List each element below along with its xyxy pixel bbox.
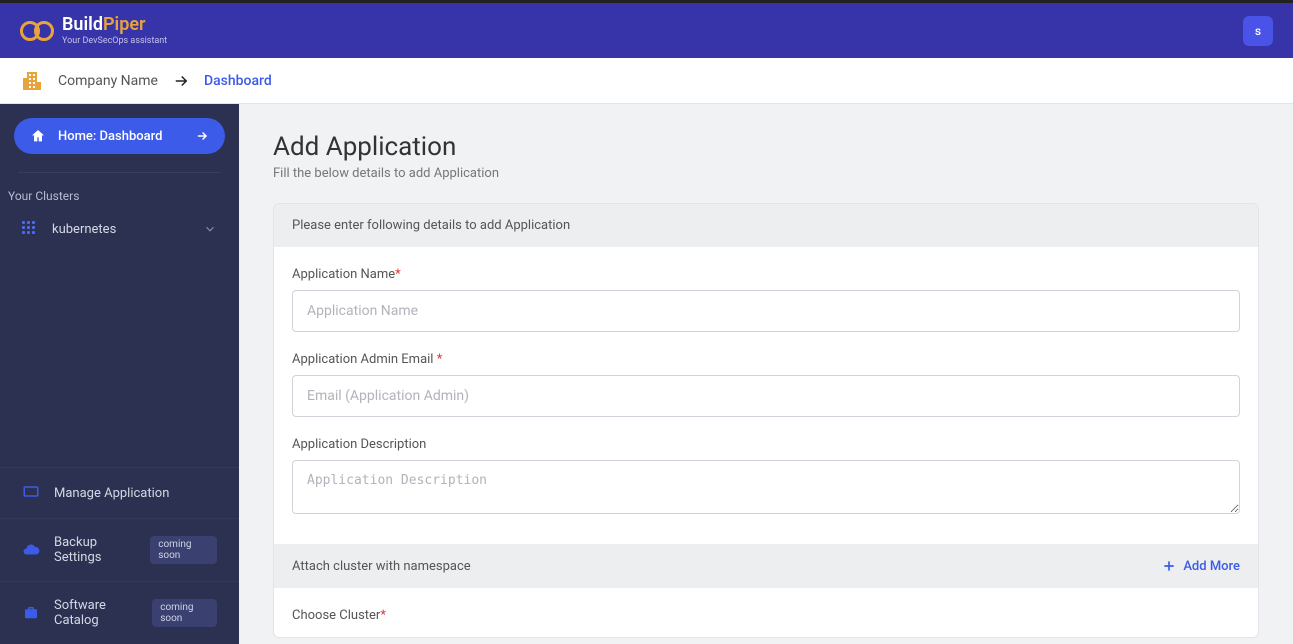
arrow-right-icon xyxy=(195,129,209,143)
breadcrumb: Company Name Dashboard xyxy=(0,58,1293,104)
clusters-section-title: Your Clusters xyxy=(0,183,239,213)
app-header: BuildPiper Your DevSecOps assistant s xyxy=(0,3,1293,58)
sidebar-item-software-catalog[interactable]: Software Catalog coming soon xyxy=(0,581,239,644)
chevron-down-icon xyxy=(203,222,217,236)
cloud-icon xyxy=(22,541,40,559)
home-dashboard-button[interactable]: Home: Dashboard xyxy=(14,118,225,154)
brand-part2: Piper xyxy=(103,14,146,35)
page-subtitle: Fill the below details to add Applicatio… xyxy=(273,166,1259,181)
coming-soon-badge: coming soon xyxy=(150,536,217,564)
home-label: Home: Dashboard xyxy=(58,129,162,144)
brand-part1: Build xyxy=(62,14,103,35)
breadcrumb-company: Company Name xyxy=(58,73,158,89)
logo-icon xyxy=(20,21,54,41)
application-description-input[interactable] xyxy=(292,460,1240,514)
company-icon xyxy=(20,69,44,93)
sidebar-item-kubernetes[interactable]: kubernetes xyxy=(0,213,239,245)
nav-label: Backup Settings xyxy=(54,535,136,565)
sidebar-item-manage-application[interactable]: Manage Application xyxy=(0,467,239,518)
nav-label: Software Catalog xyxy=(54,598,138,628)
add-application-card: Please enter following details to add Ap… xyxy=(273,203,1259,638)
add-more-button[interactable]: Add More xyxy=(1161,558,1240,574)
briefcase-icon xyxy=(22,604,40,622)
brand-tagline: Your DevSecOps assistant xyxy=(62,36,167,46)
plus-icon xyxy=(1161,558,1177,574)
card-header: Please enter following details to add Ap… xyxy=(274,204,1258,247)
breadcrumb-dashboard-link[interactable]: Dashboard xyxy=(204,73,272,89)
cluster-label: kubernetes xyxy=(52,222,116,237)
page-title: Add Application xyxy=(273,132,1259,162)
choose-cluster-label: Choose Cluster* xyxy=(292,608,1240,623)
application-email-input[interactable] xyxy=(292,375,1240,417)
main-content: Add Application Fill the below details t… xyxy=(239,104,1293,644)
nav-label: Manage Application xyxy=(54,486,169,501)
attach-cluster-section-header: Attach cluster with namespace Add More xyxy=(274,544,1258,588)
grid-icon xyxy=(22,221,38,237)
coming-soon-badge: coming soon xyxy=(152,599,217,627)
application-email-label: Application Admin Email * xyxy=(292,352,1240,367)
application-name-label: Application Name* xyxy=(292,267,1240,282)
monitor-icon xyxy=(22,484,40,502)
application-description-label: Application Description xyxy=(292,437,1240,452)
home-icon xyxy=(30,128,46,144)
attach-section-label: Attach cluster with namespace xyxy=(292,559,471,574)
sidebar: Home: Dashboard Your Clusters kubernetes… xyxy=(0,104,239,644)
application-name-input[interactable] xyxy=(292,290,1240,332)
user-avatar-button[interactable]: s xyxy=(1243,16,1273,46)
logo: BuildPiper Your DevSecOps assistant xyxy=(20,16,167,46)
arrow-right-icon xyxy=(172,72,190,90)
sidebar-item-backup-settings[interactable]: Backup Settings coming soon xyxy=(0,518,239,581)
